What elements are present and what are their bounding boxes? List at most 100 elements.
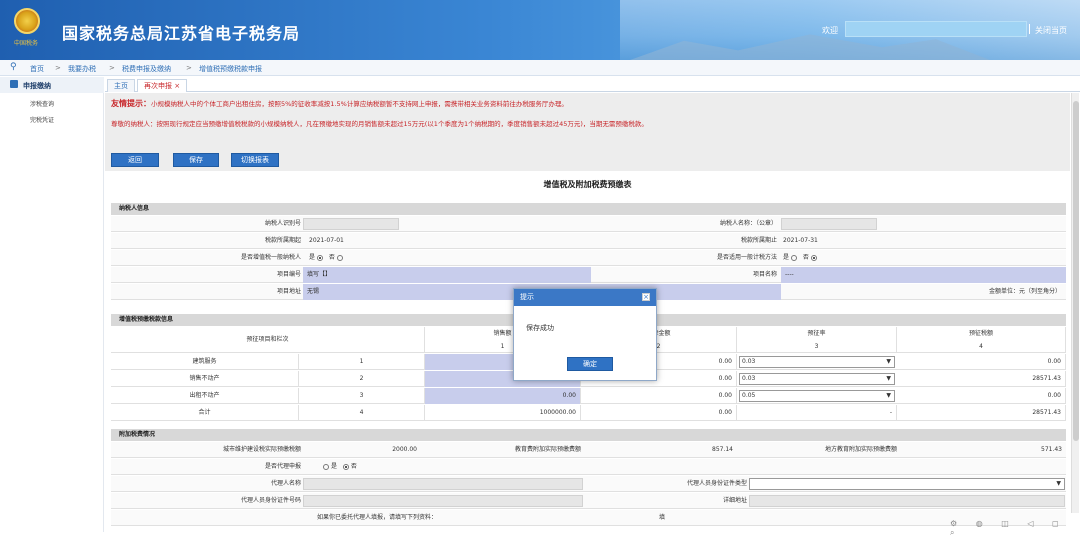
back-button[interactable]: 返回	[111, 153, 159, 167]
simple-method-no-radio[interactable]	[810, 254, 817, 261]
agent-idtype-select[interactable]: ▼	[749, 478, 1065, 490]
rate-select[interactable]: 0.03 ▼	[739, 373, 895, 385]
agent-note: 如果你已委托代理人填报，请填写下列资料：	[317, 514, 438, 521]
row-no: 4	[299, 405, 425, 421]
confirm-button[interactable]: 确定	[567, 357, 613, 371]
vertical-scrollbar[interactable]	[1071, 93, 1079, 513]
tab-bar: 主页 再次申报 ×	[105, 79, 1080, 92]
dropdown-arrow-icon: ▼	[1056, 480, 1061, 487]
agent-note-right: 填	[659, 514, 666, 521]
address-label: 详细地址	[722, 497, 747, 504]
welcome-text: 欢迎	[822, 26, 838, 35]
tab-home[interactable]: 主页	[107, 79, 135, 92]
rate-select[interactable]: 0.03 ▼	[739, 356, 895, 368]
save-dialog: 提示 × 保存成功 确定	[513, 288, 657, 381]
sales-total: 1000000.00	[425, 405, 581, 421]
close-icon[interactable]: ×	[642, 293, 650, 301]
urban-tax-label: 城市维护建设税实际预缴税额	[222, 446, 301, 453]
agent-id-label: 代理人员身份证件号码	[240, 497, 301, 504]
project-no-label: 项目编号	[276, 271, 301, 278]
breadcrumb-separator: >	[186, 64, 192, 72]
table-row-total: 合计 4 1000000.00 0.00 - 28571.43	[111, 405, 1066, 421]
row-name: 合计	[111, 405, 299, 421]
rate-value: 0.03	[742, 358, 756, 365]
project-name-label: 项目名称	[752, 271, 777, 278]
breadcrumb-filing[interactable]: 税费申报及缴纳	[122, 64, 171, 74]
user-name-box	[845, 21, 1027, 37]
unit-label: 金额单位：元（列至角分）	[988, 288, 1061, 295]
project-no-value[interactable]: 填写【】	[303, 267, 591, 283]
sidebar: 申报缴纳 涉税查询 完税凭证	[0, 77, 104, 532]
row-no: 2	[299, 371, 425, 387]
row-name: 建筑服务	[111, 354, 299, 370]
period-start-value: 2021-07-01	[309, 237, 344, 244]
row-taxpayer-id: 纳税人识别号 纳税人名称：（公章）	[111, 216, 1066, 232]
sidebar-header[interactable]: 申报缴纳	[0, 77, 104, 93]
dropdown-arrow-icon: ▼	[886, 392, 891, 399]
breadcrumb: ⚲ 首页 > 我要办税 > 税费申报及缴纳 > 增值税预缴税款申报	[0, 60, 1080, 76]
row-agent-id: 代理人员身份证件号码 详细地址	[111, 493, 1066, 509]
simple-method-no-label: 否	[802, 254, 809, 261]
col-project: 预征项目和栏次	[111, 327, 425, 353]
simple-method-radios[interactable]: 是 否	[783, 250, 903, 266]
friendly-notice-label: 友情提示：	[111, 99, 151, 108]
project-name-value[interactable]: ----	[781, 267, 1066, 283]
emblem-caption: 中国税务	[14, 40, 39, 47]
general-taxpayer-yes-label: 是	[309, 254, 316, 261]
close-page-link[interactable]: 关闭当页	[1035, 25, 1067, 36]
taxpayer-id-field[interactable]	[303, 218, 399, 230]
col-rate: 预征率	[737, 327, 897, 340]
save-button[interactable]: 保存	[173, 153, 219, 167]
agent-no-label: 否	[350, 463, 357, 470]
divider	[1029, 24, 1030, 34]
rate-total: -	[737, 405, 897, 421]
breadcrumb-tax-handling[interactable]: 我要办税	[68, 64, 96, 74]
col-tax: 预征税额	[897, 327, 1066, 340]
row-name: 销售不动产	[111, 371, 299, 387]
simple-method-yes-radio[interactable]	[791, 254, 798, 261]
local-edu-label: 地方教育附加实际预缴费额	[824, 446, 897, 453]
friendly-notice: 友情提示：小规模纳税人中的个体工商户出租住房，按照5%的征收率减按1.5%计算应…	[111, 98, 568, 109]
row-project: 项目编号 填写【】 项目名称 ----	[111, 267, 1066, 283]
general-taxpayer-radios[interactable]: 是 否	[309, 250, 429, 266]
agent-name-field[interactable]	[303, 478, 583, 490]
notice-panel: 友情提示：小规模纳税人中的个体工商户出租住房，按照5%的征收率减按1.5%计算应…	[105, 93, 1070, 171]
menu-icon	[10, 80, 18, 88]
general-taxpayer-no-radio[interactable]	[336, 254, 343, 261]
period-start-label: 税款所属期起	[264, 237, 301, 244]
breadcrumb-home[interactable]: 首页	[30, 64, 44, 74]
sales-input[interactable]: 0.00	[425, 388, 581, 404]
period-end-label: 税款所属期止	[740, 237, 777, 244]
tab-refile[interactable]: 再次申报 ×	[137, 79, 188, 92]
agent-filing-radios[interactable]: 是 否	[321, 459, 421, 475]
general-taxpayer-yes-radio[interactable]	[317, 254, 324, 261]
sidebar-item-tax-query[interactable]: 涉税查询	[30, 99, 54, 108]
row-agent-note: 如果你已委托代理人填报，请填写下列资料： 填	[111, 510, 1066, 526]
scrollbar-thumb[interactable]	[1073, 101, 1079, 441]
dropdown-arrow-icon: ▼	[886, 375, 891, 382]
row-agent-name: 代理人名称 代理人员身份证件类型 ▼	[111, 476, 1066, 492]
agent-id-field[interactable]	[303, 495, 583, 507]
general-taxpayer-no-label: 否	[328, 254, 335, 261]
taxpayer-name-field[interactable]	[781, 218, 877, 230]
tax-emblem-icon	[14, 8, 40, 34]
breadcrumb-current[interactable]: 增值税预缴税款申报	[199, 64, 262, 74]
deduct-input[interactable]: 0.00	[581, 388, 737, 404]
sidebar-item-tax-certificate[interactable]: 完税凭证	[30, 115, 54, 124]
row-agent: 是否代理申报 是 否	[111, 459, 1066, 475]
general-taxpayer-label: 是否增值税一般纳税人	[240, 254, 301, 261]
taxpayer-name-label: 纳税人名称：（公章）	[719, 220, 777, 227]
agent-no-radio[interactable]	[342, 463, 349, 470]
address-field[interactable]	[749, 495, 1065, 507]
tax-value: 28571.43	[897, 371, 1066, 387]
row-no: 1	[299, 354, 425, 370]
agent-yes-label: 是	[331, 463, 338, 470]
edu-surcharge-label: 教育费附加实际预缴费额	[514, 446, 581, 453]
bottom-toolbar-icons[interactable]: ⚙ ◍ ◫ ◁ ◻ ⌕	[950, 519, 1080, 538]
rate-select[interactable]: 0.05 ▼	[739, 390, 895, 402]
agent-name-label: 代理人名称	[270, 480, 301, 487]
row-name: 出租不动产	[111, 388, 299, 404]
agent-yes-radio[interactable]	[323, 463, 329, 470]
switch-report-button[interactable]: 切换报表	[231, 153, 279, 167]
rate-value: 0.03	[742, 375, 756, 382]
